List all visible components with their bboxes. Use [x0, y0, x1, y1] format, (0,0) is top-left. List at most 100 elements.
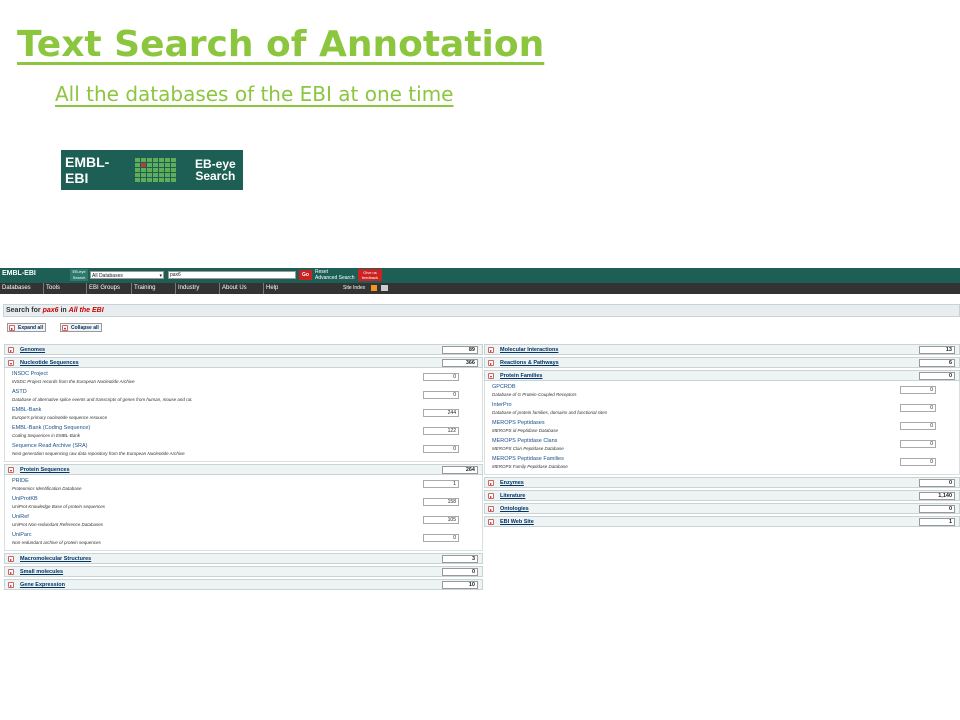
- ebi-brand[interactable]: EMBL-EBI: [2, 270, 36, 277]
- database-link[interactable]: INSDC Project: [12, 371, 48, 377]
- category-nucleotide-sequences[interactable]: ▾ Nucleotide Sequences 366: [4, 357, 483, 368]
- expand-icon[interactable]: ▸: [488, 480, 494, 486]
- category-link[interactable]: Ontologies: [500, 504, 529, 514]
- search-input[interactable]: pax6: [168, 271, 296, 279]
- database-count: 0: [423, 534, 459, 542]
- expand-icon[interactable]: ▸: [8, 569, 14, 575]
- expand-all-button[interactable]: ▸ Expand all: [7, 323, 47, 332]
- category-count: 89: [442, 346, 478, 354]
- chevron-down-icon: ▾: [159, 273, 162, 279]
- database-item-merops-peptidases: MEROPS Peptidases MEROPS id Peptidase Dat…: [485, 418, 959, 436]
- rss-icon[interactable]: [371, 285, 377, 291]
- nav-help[interactable]: Help: [263, 283, 306, 294]
- search-term: pax6: [42, 307, 59, 314]
- category-link[interactable]: Genomes: [20, 345, 45, 355]
- database-description: Database of G Protein-Coupled Receptors: [492, 392, 577, 397]
- category-ebi-web-site[interactable]: ▸ EBI Web Site 1: [484, 516, 960, 527]
- database-select[interactable]: All Databases ▾: [90, 271, 164, 279]
- category-literature[interactable]: ▸ Literature 1,140: [484, 490, 960, 501]
- collapse-icon[interactable]: ▾: [8, 467, 14, 473]
- database-item-uniref: UniRef UniProt Non-redundant Reference Da…: [5, 512, 482, 530]
- database-link[interactable]: UniRef: [12, 514, 29, 520]
- category-link[interactable]: Small molecules: [20, 567, 63, 577]
- expand-icon[interactable]: ▸: [8, 556, 14, 562]
- category-link[interactable]: Protein Sequences: [20, 465, 70, 475]
- category-link[interactable]: Nucleotide Sequences: [20, 358, 79, 368]
- go-button[interactable]: Go: [299, 270, 312, 280]
- feedback-button[interactable]: Give us feedback: [358, 269, 382, 281]
- expand-icon[interactable]: ▸: [8, 347, 14, 353]
- database-count: 158: [423, 498, 459, 506]
- category-protein-sequences[interactable]: ▾ Protein Sequences 264: [4, 464, 483, 475]
- category-items: PRIDE Proteomics Identification Database 1…: [4, 475, 483, 551]
- database-link[interactable]: MEROPS Peptidase Clans: [492, 438, 557, 444]
- database-link[interactable]: UniProtKB: [12, 496, 38, 502]
- category-protein-families[interactable]: ▾ Protein Families 0: [484, 370, 960, 381]
- expand-icon[interactable]: ▸: [488, 347, 494, 353]
- database-link[interactable]: PRIDE: [12, 478, 29, 484]
- category-macromolecular-structures[interactable]: ▸ Macromolecular Structures 3: [4, 553, 483, 564]
- expand-icon[interactable]: ▸: [488, 519, 494, 525]
- category-link[interactable]: Reactions & Pathways: [500, 358, 559, 368]
- database-description: MEROPS id Peptidase Database: [492, 428, 559, 433]
- nav-databases[interactable]: Databases: [0, 283, 42, 294]
- nav-ebi-groups[interactable]: EBI Groups: [86, 283, 132, 294]
- nav-industry[interactable]: Industry: [175, 283, 220, 294]
- expand-icon[interactable]: ▸: [8, 582, 14, 588]
- database-link[interactable]: EMBL-Bank: [12, 407, 41, 413]
- database-item-interpro: InterPro Database of protein families, do…: [485, 400, 959, 418]
- nav-tools[interactable]: Tools: [43, 283, 86, 294]
- category-reactions-pathways[interactable]: ▸ Reactions & Pathways 6: [484, 357, 960, 368]
- category-ontologies[interactable]: ▸ Ontologies 0: [484, 503, 960, 514]
- print-icon[interactable]: [381, 285, 388, 291]
- database-count: 0: [423, 391, 459, 399]
- slide-title: Text Search of Annotation: [17, 24, 545, 65]
- collapse-icon[interactable]: ▾: [8, 360, 14, 366]
- collapse-all-button[interactable]: ▾ Collapse all: [60, 323, 102, 332]
- database-count: 0: [900, 440, 936, 448]
- category-enzymes[interactable]: ▸ Enzymes 0: [484, 477, 960, 488]
- category-link[interactable]: Molecular Interactions: [500, 345, 558, 355]
- category-link[interactable]: Protein Families: [500, 371, 543, 381]
- database-link[interactable]: GPCRDB: [492, 384, 516, 390]
- category-count: 10: [442, 581, 478, 589]
- database-link[interactable]: Sequence Read Archive (SRA): [12, 443, 88, 449]
- expand-icon[interactable]: ▸: [488, 360, 494, 366]
- collapse-icon[interactable]: ▾: [488, 373, 494, 379]
- database-item-gpcrdb: GPCRDB Database of G Protein-Coupled Rece…: [485, 382, 959, 400]
- expand-icon[interactable]: ▸: [488, 493, 494, 499]
- logo-brand: EMBL-EBI: [65, 154, 110, 186]
- category-link[interactable]: Gene Expression: [20, 580, 65, 590]
- database-item-astd: ASTD Database of alternative splice event…: [5, 387, 482, 405]
- nav-training[interactable]: Training: [131, 283, 176, 294]
- expand-icon[interactable]: ▸: [488, 506, 494, 512]
- database-item-embl-bank-coding-sequence: EMBL-Bank (Coding Sequence) Coding Sequen…: [5, 423, 482, 441]
- category-link[interactable]: Literature: [500, 491, 525, 501]
- database-link[interactable]: ASTD: [12, 389, 27, 395]
- database-link[interactable]: UniParc: [12, 532, 32, 538]
- eb-eye-icon[interactable]: EB-eye Search: [70, 269, 88, 281]
- logo-product: EB-eye Search: [195, 157, 236, 183]
- database-description: MEROPS Family Peptidase Database: [492, 464, 568, 469]
- site-index-link[interactable]: Site Index: [343, 283, 365, 294]
- category-genomes[interactable]: ▸ Genomes 89: [4, 344, 483, 355]
- category-molecular-interactions[interactable]: ▸ Molecular Interactions 13: [484, 344, 960, 355]
- nav-about-us[interactable]: About Us: [219, 283, 264, 294]
- advanced-search-link[interactable]: Advanced Search: [315, 275, 354, 281]
- database-item-uniparc: UniParc Non-redundant archive of protein …: [5, 530, 482, 548]
- database-link[interactable]: MEROPS Peptidases: [492, 420, 545, 426]
- category-link[interactable]: EBI Web Site: [500, 517, 534, 527]
- category-count: 3: [442, 555, 478, 563]
- database-link[interactable]: MEROPS Peptidase Families: [492, 456, 564, 462]
- category-small-molecules[interactable]: ▸ Small molecules 0: [4, 566, 483, 577]
- database-link[interactable]: EMBL-Bank (Coding Sequence): [12, 425, 90, 431]
- category-link[interactable]: Macromolecular Structures: [20, 554, 91, 564]
- category-link[interactable]: Enzymes: [500, 478, 524, 488]
- database-link[interactable]: InterPro: [492, 402, 512, 408]
- category-gene-expression[interactable]: ▸ Gene Expression 10: [4, 579, 483, 590]
- database-item-sequence-read-archive-sra: Sequence Read Archive (SRA) Next generati…: [5, 441, 482, 459]
- search-scope: All the EBI: [68, 307, 104, 314]
- database-item-uniprotkb: UniProtKB UniProt Knowledge Base of prote…: [5, 494, 482, 512]
- category-items: GPCRDB Database of G Protein-Coupled Rece…: [484, 381, 960, 475]
- database-count: 1: [423, 480, 459, 488]
